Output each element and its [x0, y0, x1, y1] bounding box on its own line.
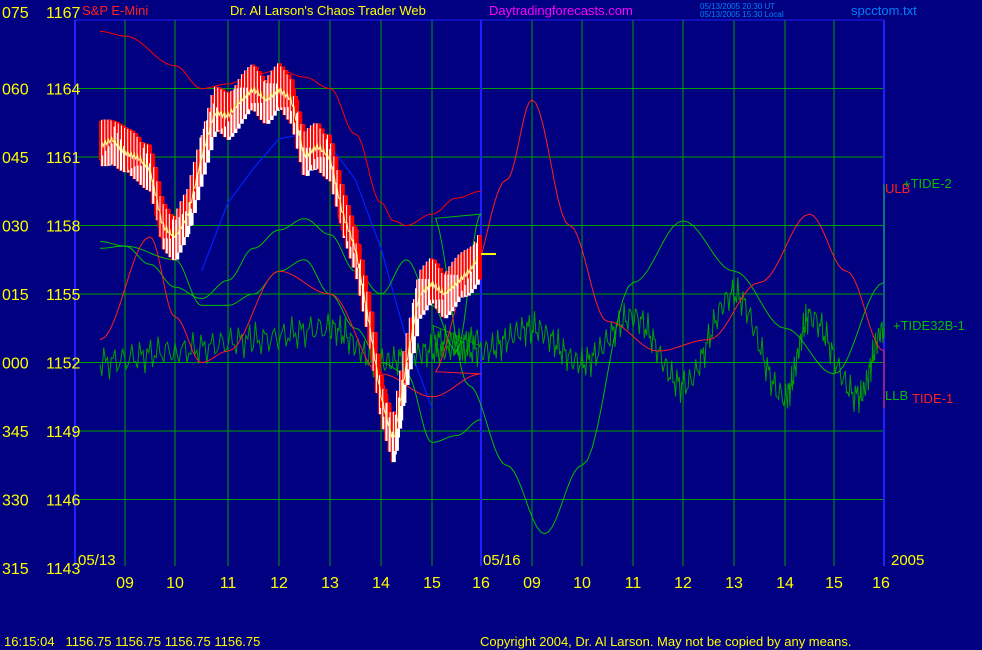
chart-canvas: 075 1167 060 1164 045 1161 030 1158 015 1155 000 11…: [2, 2, 965, 649]
x-tick-label: 14: [776, 575, 794, 592]
y-axis-labels: 075 1167 060 1164 045 1161 030 1158 015 1155 000 11…: [2, 5, 81, 578]
x-tick-label: 11: [625, 575, 642, 592]
x-tick-label: 15: [423, 575, 441, 592]
x-tick-label: 10: [573, 575, 591, 592]
y-tick-angle: 015: [2, 287, 29, 304]
date-label-day1: 05/13: [78, 552, 116, 569]
blue-average-polyline: [200, 133, 433, 409]
y-tick-price: 1149: [46, 424, 81, 441]
y-tick-angle: 060: [2, 82, 29, 99]
y-tick-angle: 075: [2, 5, 29, 22]
y-tick-price: 1155: [46, 287, 81, 304]
y-tick-price: 1158: [46, 219, 81, 236]
x-tick-label: 13: [725, 575, 743, 592]
grid: [74, 19, 885, 566]
x-tick-label: 11: [220, 575, 237, 592]
y-tick-angle: 345: [2, 424, 29, 441]
series-line-tide-2: [99, 184, 885, 535]
series-label-llb: LLB: [885, 388, 908, 403]
x-tick-label: 10: [166, 575, 184, 592]
series-label-tide32b: +TIDE32B-1: [893, 318, 965, 333]
filename-label: spcctom.txt: [851, 3, 917, 18]
blue-average-line: [200, 133, 433, 409]
series-label-tide1: TIDE-1: [912, 391, 953, 406]
series-line-tide32b-1: [99, 277, 885, 414]
y-tick-price: 1164: [46, 82, 81, 99]
y-tick-price: 1146: [46, 493, 81, 510]
timestamp-local: 05/13/2005 15:30 Local: [700, 10, 784, 19]
y-tick-angle: 000: [2, 356, 29, 373]
x-tick-label: 15: [825, 575, 843, 592]
x-tick-label: 12: [270, 575, 288, 592]
y-tick-angle: 315: [2, 561, 29, 578]
chart-title: Dr. Al Larson's Chaos Trader Web: [230, 3, 426, 18]
y-tick-angle: 030: [2, 219, 29, 236]
year-label: 2005: [891, 552, 924, 569]
footer-copyright: Copyright 2004, Dr. Al Larson. May not b…: [480, 634, 851, 649]
x-tick-label: 13: [321, 575, 339, 592]
footer-quote: 16:15:04 1156.75 1156.75 1156.75 1156.75: [4, 634, 260, 649]
series-label-tide2: +TIDE-2: [903, 176, 952, 191]
website-link[interactable]: Daytradingforecasts.com: [489, 3, 633, 18]
price-smoothing-line: [101, 86, 479, 438]
x-tick-label: 16: [872, 575, 890, 592]
y-tick-angle: 045: [2, 150, 29, 167]
y-tick-angle: 330: [2, 493, 29, 510]
x-axis-labels: 09 10 11 12 13 14 15 16 09 10 11 12 13 14 15 16: [116, 575, 890, 592]
price-bar: [478, 235, 482, 280]
y-tick-price: 1161: [46, 150, 81, 167]
y-tick-price: 1167: [46, 5, 81, 22]
x-tick-label: 14: [372, 575, 390, 592]
x-tick-label: 09: [523, 575, 541, 592]
price-bars: [99, 63, 496, 463]
y-tick-price: 1143: [46, 561, 81, 578]
x-tick-label: 12: [674, 575, 692, 592]
date-label-day2: 05/16: [483, 552, 521, 569]
x-tick-label: 16: [472, 575, 490, 592]
x-tick-label: 09: [116, 575, 134, 592]
y-tick-price: 1152: [46, 356, 81, 373]
instrument-label: S&P E-Mini: [82, 3, 148, 18]
